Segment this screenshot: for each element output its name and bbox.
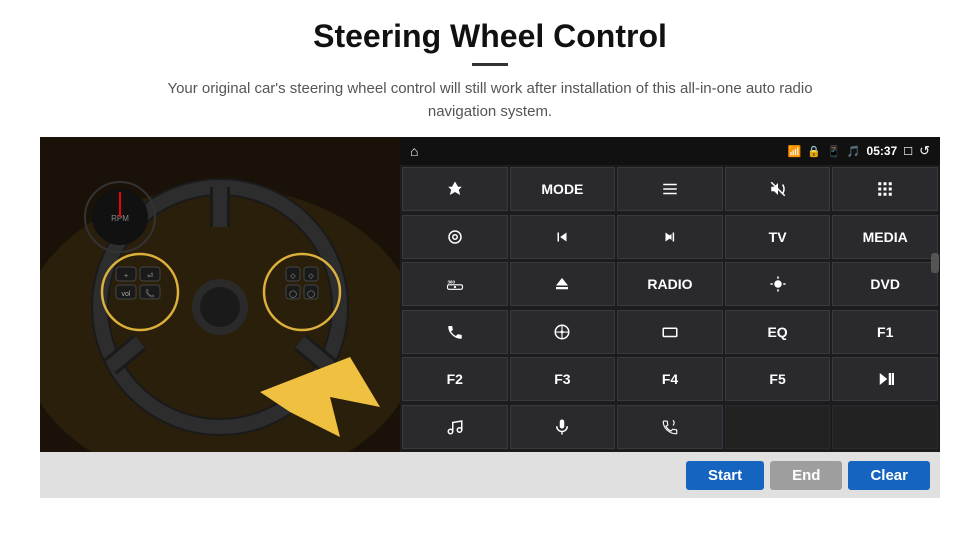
radio-btn[interactable]: RADIO <box>617 262 723 306</box>
back-icon[interactable]: ↺ <box>919 143 930 159</box>
settings-ring-btn[interactable] <box>402 215 508 259</box>
svg-text:📞: 📞 <box>145 288 155 298</box>
next-btn[interactable] <box>617 215 723 259</box>
phone-vol-btn[interactable] <box>617 405 723 449</box>
home-icon[interactable]: ⌂ <box>410 143 418 159</box>
status-right: 📶 🔒 📱 🎵 05:37 ☐ ↺ <box>788 143 930 159</box>
empty-btn-4 <box>725 405 831 449</box>
steering-wheel-image: + vol ⏎ 📞 ◇ ◇ ◯ ◯ <box>40 137 400 452</box>
page-container: Steering Wheel Control Your original car… <box>0 0 980 544</box>
svg-text:+: + <box>124 273 128 280</box>
media-btn[interactable]: MEDIA <box>832 215 938 259</box>
cam360-btn[interactable]: 360 <box>402 262 508 306</box>
lock-icon: 🔒 <box>807 145 821 158</box>
playpause-btn[interactable] <box>832 357 938 401</box>
screen-icon: ☐ <box>903 145 913 158</box>
action-bar: Start End Clear <box>40 452 940 498</box>
wifi-icon: 📶 <box>788 145 802 158</box>
list-btn[interactable] <box>617 167 723 211</box>
empty-btn-5 <box>832 405 938 449</box>
dvd-btn[interactable]: DVD <box>832 262 938 306</box>
f4-btn[interactable]: F4 <box>617 357 723 401</box>
mode-btn[interactable]: MODE <box>510 167 616 211</box>
svg-text:360: 360 <box>447 279 455 284</box>
f5-btn[interactable]: F5 <box>725 357 831 401</box>
scroll-indicator <box>931 253 939 273</box>
svg-text:◯: ◯ <box>289 290 297 298</box>
brightness-btn[interactable] <box>725 262 831 306</box>
mic-btn[interactable] <box>510 405 616 449</box>
title-divider <box>472 63 508 66</box>
grid-btn[interactable] <box>832 167 938 211</box>
svg-text:◇: ◇ <box>308 273 314 280</box>
mute-btn[interactable] <box>725 167 831 211</box>
svg-text:◯: ◯ <box>307 290 315 298</box>
button-grid: MODE <box>400 165 940 452</box>
f1-btn[interactable]: F1 <box>832 310 938 354</box>
svg-text:vol: vol <box>122 291 131 298</box>
f2-btn[interactable]: F2 <box>402 357 508 401</box>
sim-icon: 📱 <box>827 145 841 158</box>
subtitle: Your original car's steering wheel contr… <box>140 78 840 123</box>
rect-btn[interactable] <box>617 310 723 354</box>
nav-btn[interactable] <box>402 167 508 211</box>
svg-text:◇: ◇ <box>290 273 296 280</box>
page-title: Steering Wheel Control <box>313 18 667 55</box>
navi-btn[interactable] <box>510 310 616 354</box>
status-bar: ⌂ 📶 🔒 📱 🎵 05:37 ☐ ↺ <box>400 137 940 165</box>
eject-btn[interactable] <box>510 262 616 306</box>
end-button[interactable]: End <box>770 461 842 490</box>
prev-btn[interactable] <box>510 215 616 259</box>
content-row: + vol ⏎ 📞 ◇ ◇ ◯ ◯ <box>40 137 940 452</box>
svg-text:⏎: ⏎ <box>147 272 153 280</box>
phone-btn[interactable] <box>402 310 508 354</box>
tv-btn[interactable]: TV <box>725 215 831 259</box>
f3-btn[interactable]: F3 <box>510 357 616 401</box>
bt-icon: 🎵 <box>847 145 861 158</box>
time-display: 05:37 <box>867 144 898 158</box>
eq-btn[interactable]: EQ <box>725 310 831 354</box>
start-button[interactable]: Start <box>686 461 764 490</box>
clear-button[interactable]: Clear <box>848 461 930 490</box>
control-panel: ⌂ 📶 🔒 📱 🎵 05:37 ☐ ↺ MODE <box>400 137 940 452</box>
music-btn[interactable] <box>402 405 508 449</box>
